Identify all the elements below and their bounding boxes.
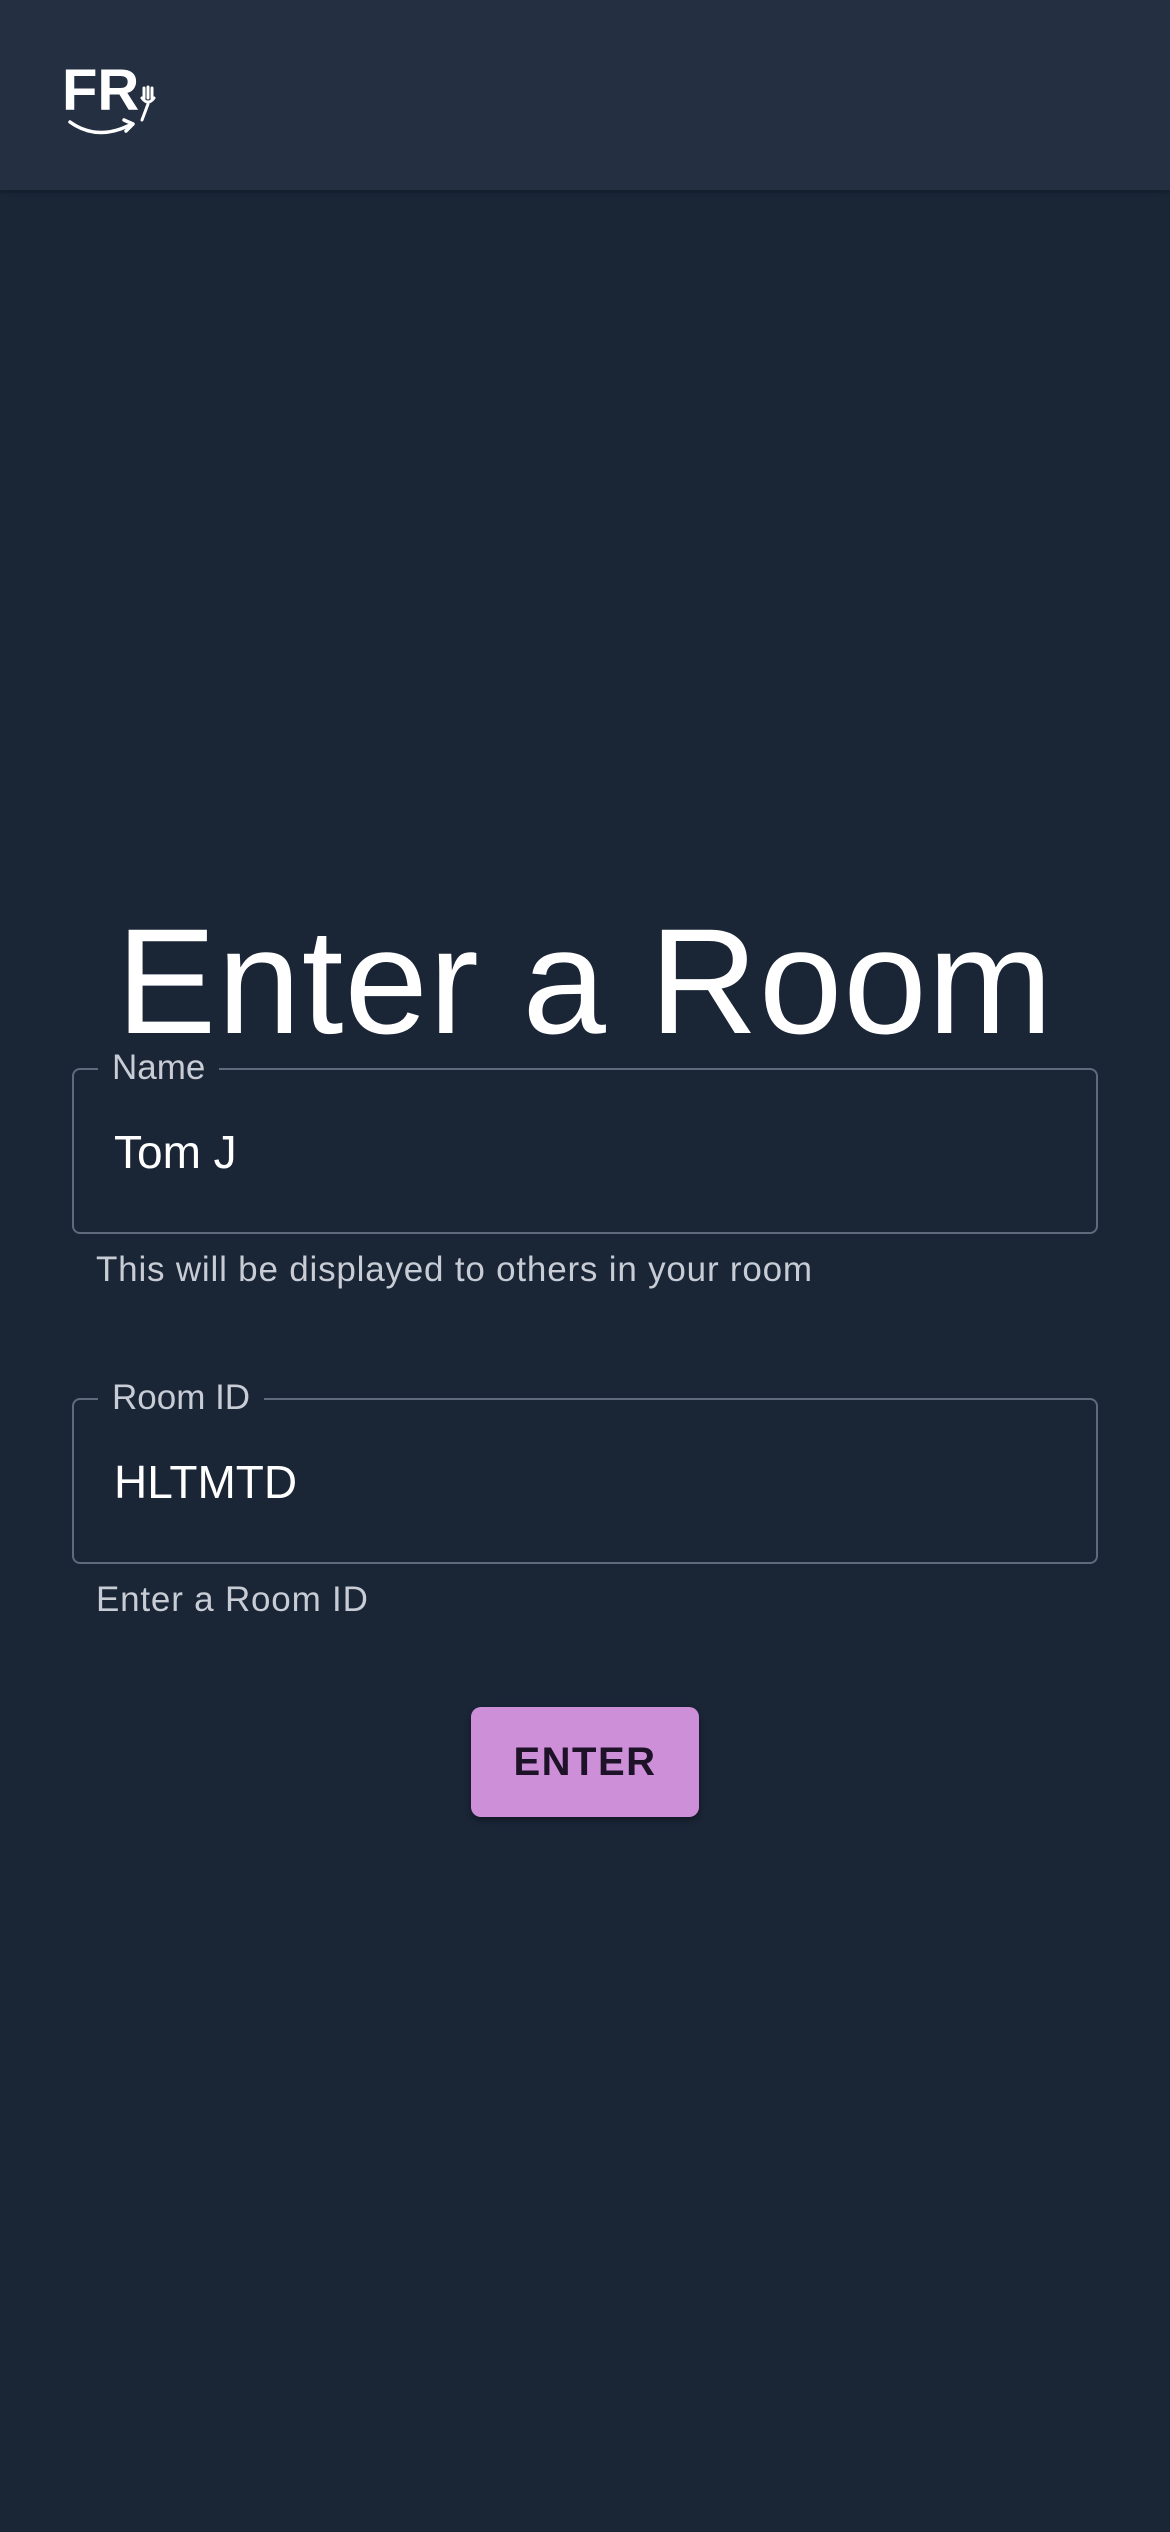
name-input[interactable] — [114, 1122, 1054, 1182]
room-id-field[interactable]: Room ID — [72, 1376, 1098, 1564]
page-title: Enter a Room — [116, 896, 1054, 1065]
room-id-helper-text: Enter a Room ID — [96, 1580, 369, 1619]
name-helper-text: This will be displayed to others in your… — [96, 1250, 813, 1289]
app-logo[interactable]: FR — [62, 58, 162, 140]
fork-smile-logo-icon: FR — [62, 58, 156, 135]
room-id-input[interactable] — [114, 1452, 1054, 1512]
top-app-bar: FR — [0, 0, 1170, 190]
name-field[interactable]: Name — [72, 1046, 1098, 1234]
app-root: FR Enter a Room Name This will be displa… — [0, 0, 1170, 2532]
name-field-label: Name — [98, 1046, 220, 1090]
logo-text: FR — [62, 58, 139, 123]
room-id-field-label: Room ID — [98, 1376, 265, 1420]
enter-button[interactable]: ENTER — [471, 1707, 699, 1817]
